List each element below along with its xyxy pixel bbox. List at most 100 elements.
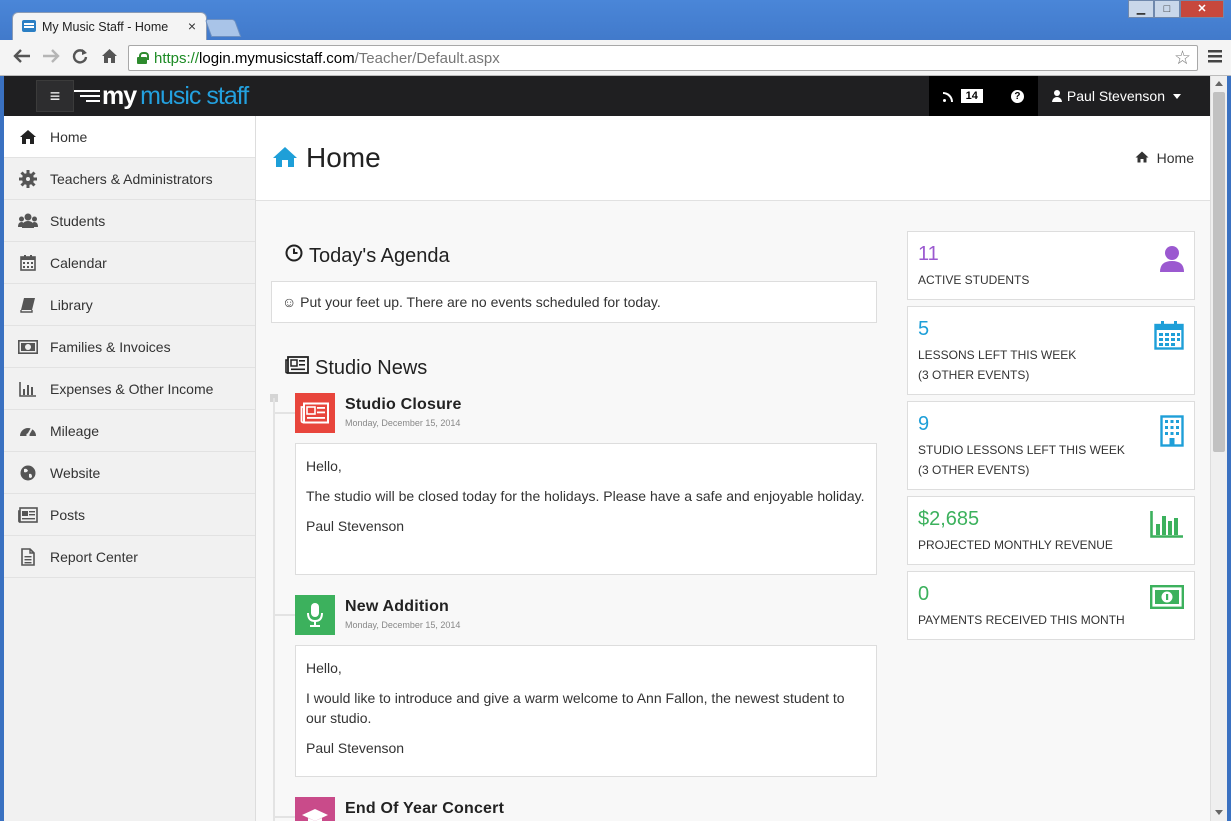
sidebar-item-label: Families & Invoices — [50, 338, 171, 355]
stat-label: ACTIVE STUDENTS — [918, 273, 1030, 287]
window-controls: ▁ □ ✕ — [1128, 0, 1224, 18]
news-post-body: Hello, I would like to introduce and giv… — [295, 645, 877, 777]
users-icon — [18, 212, 38, 230]
news-post-greeting: Hello, — [306, 458, 342, 474]
stat-payments-received[interactable]: 0 PAYMENTS RECEIVED THIS MONTH — [907, 571, 1195, 640]
sidebar-item-label: Home — [50, 128, 88, 145]
news-heading: Studio News — [285, 356, 427, 380]
calendar-icon — [1154, 320, 1184, 353]
dashboard-icon — [18, 422, 38, 440]
sidebar-item-website[interactable]: Website — [4, 452, 255, 494]
news-post-title[interactable]: Studio Closure — [345, 396, 462, 414]
forward-arrow-icon[interactable] — [42, 48, 60, 69]
book-icon — [18, 296, 38, 314]
news-post-title[interactable]: New Addition — [345, 598, 449, 616]
logo-lines-icon — [74, 89, 100, 103]
calendar-icon — [18, 254, 38, 272]
browser-menu-icon[interactable] — [1208, 48, 1222, 68]
sidebar-item-label: Website — [50, 464, 101, 481]
url-text: https://login.mymusicstaff.com/Teacher/D… — [154, 50, 500, 67]
money-icon — [18, 338, 38, 356]
page-title-text: Home — [306, 142, 381, 173]
logo-my: my — [102, 81, 137, 110]
stat-lessons-left[interactable]: 5 LESSONS LEFT THIS WEEK (3 OTHER EVENTS… — [907, 306, 1195, 395]
rss-icon — [942, 90, 955, 102]
news-post-text: The studio will be closed today for the … — [306, 488, 865, 504]
help-button[interactable]: ? — [997, 76, 1038, 116]
stat-sublabel: (3 OTHER EVENTS) — [918, 368, 1030, 382]
home-icon — [18, 128, 38, 146]
sidebar-item-students[interactable]: Students — [4, 200, 255, 242]
back-arrow-icon[interactable] — [13, 48, 31, 69]
stat-active-students[interactable]: 11 ACTIVE STUDENTS — [907, 231, 1195, 300]
feed-count-badge: 14 — [960, 89, 983, 103]
sidebar-item-posts[interactable]: Posts — [4, 494, 255, 536]
news-post-title[interactable]: End Of Year Concert — [345, 800, 504, 818]
home-browser-icon[interactable] — [101, 48, 118, 69]
news-post-body: Hello, The studio will be closed today f… — [295, 443, 877, 575]
app-header: ≡ my music staff 14 ? Paul Stevenson — [4, 76, 1210, 116]
news-post-greeting: Hello, — [306, 660, 342, 676]
browser-tab[interactable]: My Music Staff - Home × — [12, 12, 207, 40]
timeline-connector — [273, 412, 295, 414]
stat-label: PAYMENTS RECEIVED THIS MONTH — [918, 613, 1125, 627]
sidebar-item-expenses[interactable]: Expenses & Other Income — [4, 368, 255, 410]
menu-toggle-button[interactable]: ≡ — [36, 80, 74, 112]
header-actions: 14 ? Paul Stevenson — [928, 76, 1195, 116]
timeline-connector — [273, 816, 295, 818]
building-icon — [1160, 415, 1184, 450]
reload-icon[interactable] — [72, 48, 88, 69]
address-bar[interactable]: https://login.mymusicstaff.com/Teacher/D… — [128, 45, 1198, 71]
logo[interactable]: my music staff — [74, 81, 249, 110]
sidebar-item-home[interactable]: Home — [4, 116, 255, 158]
sidebar-item-label: Library — [50, 296, 93, 313]
page-header: Home Home — [256, 116, 1210, 201]
breadcrumb-home-link[interactable]: Home — [1157, 150, 1194, 166]
stat-projected-revenue[interactable]: $2,685 PROJECTED MONTHLY REVENUE — [907, 496, 1195, 565]
new-tab-button[interactable] — [204, 19, 242, 37]
browser-toolbar: https://login.mymusicstaff.com/Teacher/D… — [0, 40, 1231, 76]
bar-chart-icon — [18, 380, 38, 398]
scroll-up-icon[interactable] — [1215, 81, 1223, 86]
stat-value: 0 — [918, 583, 930, 605]
sidebar-item-report-center[interactable]: Report Center — [4, 536, 255, 578]
sidebar-item-label: Report Center — [50, 548, 138, 565]
stat-value: 11 — [918, 243, 939, 265]
close-window-button[interactable]: ✕ — [1180, 0, 1224, 18]
user-menu[interactable]: Paul Stevenson — [1037, 76, 1195, 116]
timeline-line — [273, 398, 275, 821]
caret-down-icon — [1173, 93, 1181, 99]
tab-close-icon[interactable]: × — [188, 18, 196, 34]
news-post-signature: Paul Stevenson — [306, 740, 405, 756]
stat-sublabel: (3 OTHER EVENTS) — [918, 463, 1030, 477]
feed-button[interactable]: 14 — [929, 76, 997, 116]
sidebar-item-calendar[interactable]: Calendar — [4, 242, 255, 284]
stat-studio-lessons-left[interactable]: 9 STUDIO LESSONS LEFT THIS WEEK (3 OTHER… — [907, 401, 1195, 490]
sidebar-item-label: Teachers & Administrators — [50, 170, 213, 187]
stat-value: 9 — [918, 413, 930, 435]
sidebar-item-label: Students — [50, 212, 106, 229]
sidebar: Home Teachers & Administrators Students … — [4, 116, 256, 821]
sidebar-item-mileage[interactable]: Mileage — [4, 410, 255, 452]
newspaper-icon — [295, 393, 335, 433]
document-icon — [18, 547, 38, 566]
sidebar-item-teachers[interactable]: Teachers & Administrators — [4, 158, 255, 200]
sidebar-item-library[interactable]: Library — [4, 284, 255, 326]
minimize-button[interactable]: ▁ — [1128, 0, 1154, 18]
news-title: Studio News — [315, 356, 428, 379]
scrollbar-thumb[interactable] — [1213, 92, 1225, 452]
bookmark-star-icon[interactable]: ☆ — [1174, 47, 1191, 70]
news-post-text: I would like to introduce and give a war… — [306, 690, 845, 726]
newspaper-icon — [18, 506, 38, 524]
home-icon — [1135, 150, 1149, 166]
user-name: Paul Stevenson — [1066, 88, 1165, 104]
sidebar-item-families[interactable]: Families & Invoices — [4, 326, 255, 368]
scroll-down-icon[interactable] — [1215, 810, 1223, 815]
stat-label: PROJECTED MONTHLY REVENUE — [918, 538, 1113, 552]
page-scrollbar[interactable] — [1210, 76, 1227, 821]
user-icon — [1160, 245, 1184, 276]
home-icon — [272, 146, 298, 171]
maximize-button[interactable]: □ — [1154, 0, 1180, 18]
microphone-icon — [295, 595, 335, 635]
logo-music-staff: music staff — [140, 81, 249, 110]
